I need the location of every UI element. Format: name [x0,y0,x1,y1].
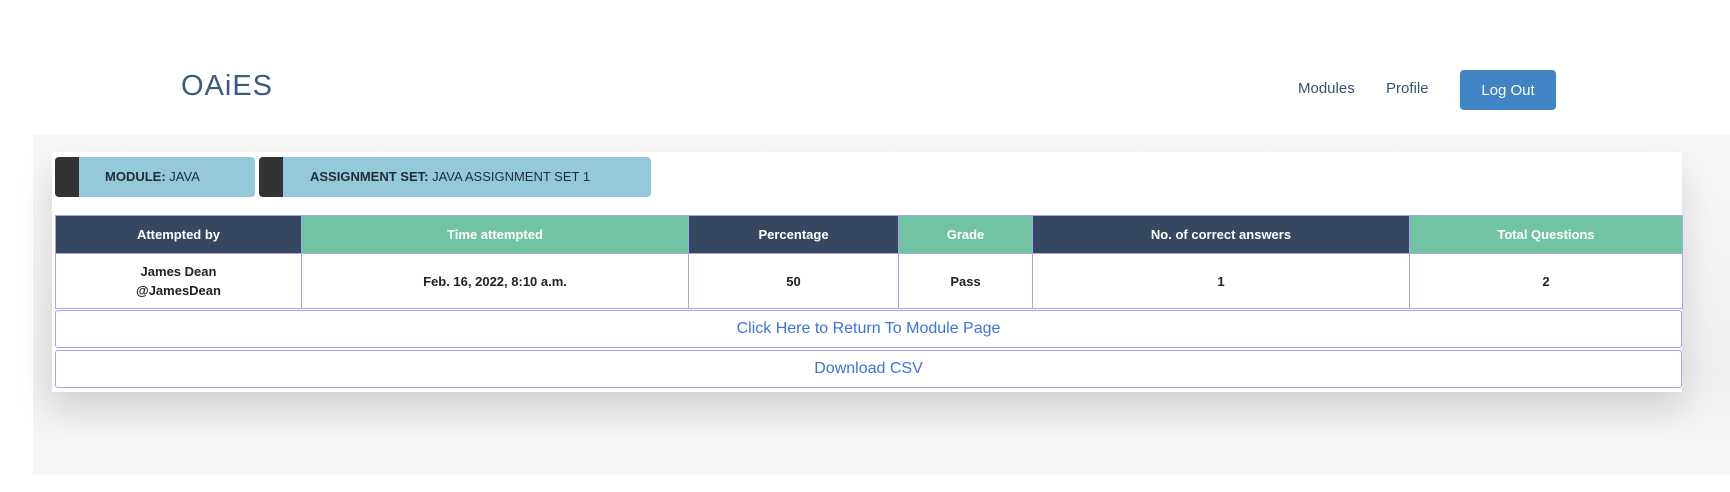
module-tag-text: MODULE: JAVA [105,169,200,184]
column-header-total-questions: Total Questions [1409,215,1683,254]
cell-time-attempted: Feb. 16, 2022, 8:10 a.m. [301,253,689,309]
attempted-by-name: James Dean [140,264,217,279]
assignment-set-tag: ASSIGNMENT SET: JAVA ASSIGNMENT SET 1 [259,157,651,197]
tag-stripe [55,157,79,197]
module-tag-label: MODULE: [105,169,166,184]
nav-link-profile[interactable]: Profile [1386,80,1429,97]
results-table: Attempted by Time attempted Percentage G… [55,215,1683,309]
top-navbar: OAiES Modules Profile Log Out [0,0,1730,135]
cell-attempted-by: James Dean @JamesDean [55,253,302,309]
column-header-grade: Grade [898,215,1033,254]
logout-button[interactable]: Log Out [1460,70,1556,110]
cell-percentage: 50 [688,253,899,309]
column-header-correct-answers: No. of correct answers [1032,215,1410,254]
module-tag-value: JAVA [169,169,200,184]
download-csv-button[interactable]: Download CSV [55,350,1682,388]
brand-logo[interactable]: OAiES [181,70,273,103]
assignment-set-tag-label: ASSIGNMENT SET: [310,169,429,184]
column-header-percentage: Percentage [688,215,899,254]
cell-grade: Pass [898,253,1033,309]
assignment-set-tag-text: ASSIGNMENT SET: JAVA ASSIGNMENT SET 1 [310,169,590,184]
module-tag: MODULE: JAVA [55,157,255,197]
attempted-by-handle: @JamesDean [136,283,221,298]
nav-link-modules[interactable]: Modules [1298,80,1355,97]
column-header-time-attempted: Time attempted [301,215,689,254]
cell-correct-answers: 1 [1032,253,1410,309]
column-header-attempted-by: Attempted by [55,215,302,254]
tag-stripe [259,157,283,197]
cell-total-questions: 2 [1409,253,1683,309]
assignment-set-tag-value: JAVA ASSIGNMENT SET 1 [432,169,591,184]
table-header-row: Attempted by Time attempted Percentage G… [55,215,1683,254]
return-to-module-button[interactable]: Click Here to Return To Module Page [55,310,1682,348]
table-row: James Dean @JamesDean Feb. 16, 2022, 8:1… [55,253,1683,309]
